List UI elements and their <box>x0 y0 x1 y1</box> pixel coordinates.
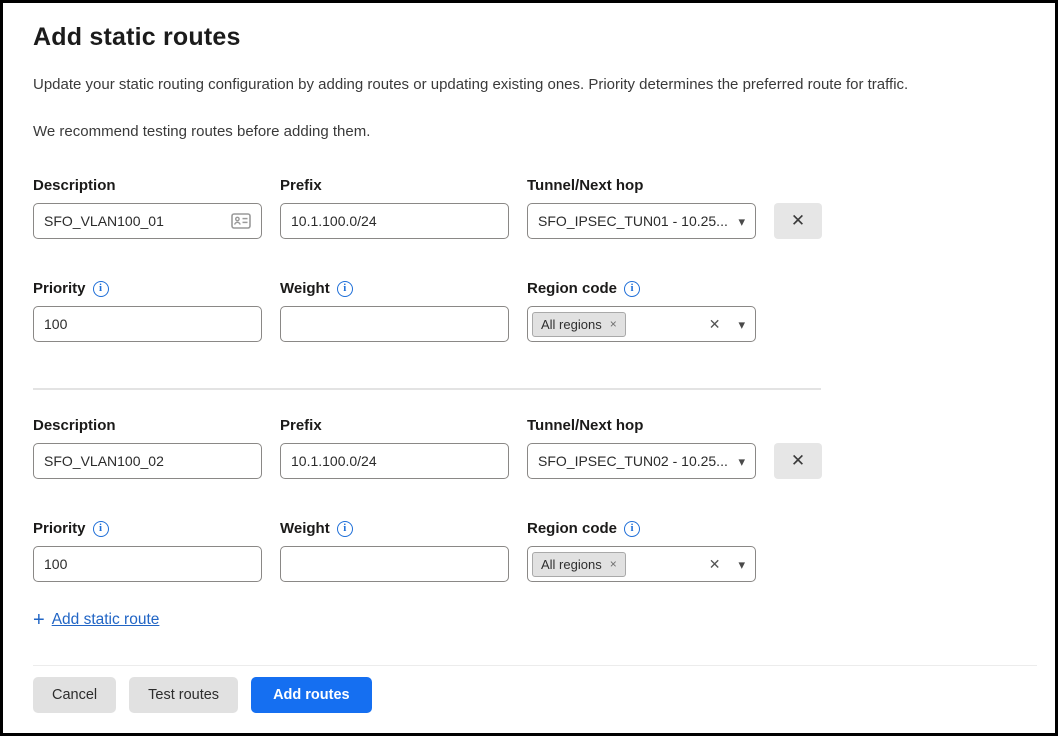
clear-selection-icon[interactable]: ✕ <box>699 317 731 331</box>
priority-label: Priority i <box>33 279 262 298</box>
info-icon[interactable]: i <box>337 521 353 537</box>
clear-selection-icon[interactable]: ✕ <box>699 557 731 571</box>
chevron-down-icon[interactable]: ▾ <box>730 558 745 571</box>
contact-card-icon <box>231 213 251 229</box>
weight-input-wrap <box>280 306 509 342</box>
prefix-field-2: Prefix <box>280 416 509 479</box>
tunnel-field-1: Tunnel/Next hop SFO_IPSEC_TUN01 - 10.25.… <box>527 176 756 239</box>
tunnel-label: Tunnel/Next hop <box>527 416 756 435</box>
region-tag-label: All regions <box>541 317 602 332</box>
footer-divider <box>33 665 1037 666</box>
remove-tag-icon[interactable]: × <box>610 318 617 330</box>
weight-label: Weight i <box>280 519 509 538</box>
region-multiselect[interactable]: All regions × ✕ ▾ <box>527 546 756 582</box>
plus-icon: + <box>33 610 45 630</box>
page-title: Add static routes <box>33 23 1025 52</box>
priority-input[interactable] <box>44 316 251 332</box>
prefix-label: Prefix <box>280 176 509 195</box>
priority-input-wrap <box>33 546 262 582</box>
region-field-2: Region code i All regions × ✕ ▾ <box>527 519 756 582</box>
priority-input-wrap <box>33 306 262 342</box>
region-code-label: Region code i <box>527 279 756 298</box>
test-routes-button[interactable]: Test routes <box>129 677 238 713</box>
prefix-input[interactable] <box>291 453 498 469</box>
chevron-down-icon[interactable]: ▾ <box>730 455 745 468</box>
add-static-route-link[interactable]: + Add static route <box>33 610 159 630</box>
tunnel-label: Tunnel/Next hop <box>527 176 756 195</box>
weight-input-wrap <box>280 546 509 582</box>
add-static-route-label[interactable]: Add static route <box>52 611 160 629</box>
region-tag-chip: All regions × <box>532 312 626 337</box>
intro-text: Update your static routing configuration… <box>33 76 1025 93</box>
chevron-down-icon[interactable]: ▾ <box>730 215 745 228</box>
add-static-routes-dialog: Add static routes Update your static rou… <box>0 0 1058 736</box>
info-icon[interactable]: i <box>93 281 109 297</box>
info-icon[interactable]: i <box>93 521 109 537</box>
description-label: Description <box>33 416 262 435</box>
prefix-label: Prefix <box>280 416 509 435</box>
priority-input[interactable] <box>44 556 251 572</box>
weight-label: Weight i <box>280 279 509 298</box>
info-icon[interactable]: i <box>624 521 640 537</box>
weight-input[interactable] <box>291 316 498 332</box>
cancel-button[interactable]: Cancel <box>33 677 116 713</box>
region-code-label: Region code i <box>527 519 756 538</box>
add-routes-button[interactable]: Add routes <box>251 677 372 713</box>
description-input[interactable] <box>44 213 225 229</box>
chevron-down-icon[interactable]: ▾ <box>730 318 745 331</box>
region-field-1: Region code i All regions × ✕ ▾ <box>527 279 756 342</box>
prefix-input-wrap <box>280 443 509 479</box>
route-block-2: Description Prefix Tunnel/Next hop SFO_I… <box>33 416 1025 582</box>
prefix-input-wrap <box>280 203 509 239</box>
delete-route-button[interactable]: ✕ <box>774 443 822 479</box>
recommendation-text: We recommend testing routes before addin… <box>33 123 1025 140</box>
weight-field-1: Weight i <box>280 279 509 342</box>
tunnel-select[interactable]: SFO_IPSEC_TUN01 - 10.25... ▾ <box>527 203 756 239</box>
tunnel-select[interactable]: SFO_IPSEC_TUN02 - 10.25... ▾ <box>527 443 756 479</box>
region-tag-chip: All regions × <box>532 552 626 577</box>
description-input-wrap <box>33 203 262 239</box>
description-label: Description <box>33 176 262 195</box>
region-multiselect[interactable]: All regions × ✕ ▾ <box>527 306 756 342</box>
priority-label: Priority i <box>33 519 262 538</box>
route-block-1: Description Prefix <box>33 176 1025 342</box>
priority-field-1: Priority i <box>33 279 262 342</box>
region-tag-label: All regions <box>541 557 602 572</box>
remove-tag-icon[interactable]: × <box>610 558 617 570</box>
weight-field-2: Weight i <box>280 519 509 582</box>
delete-route-button[interactable]: ✕ <box>774 203 822 239</box>
info-icon[interactable]: i <box>337 281 353 297</box>
info-icon[interactable]: i <box>624 281 640 297</box>
weight-input[interactable] <box>291 556 498 572</box>
prefix-field-1: Prefix <box>280 176 509 239</box>
footer-actions: Cancel Test routes Add routes <box>33 677 1025 713</box>
prefix-input[interactable] <box>291 213 498 229</box>
description-input-wrap <box>33 443 262 479</box>
description-input[interactable] <box>44 453 251 469</box>
description-field-1: Description <box>33 176 262 239</box>
description-field-2: Description <box>33 416 262 479</box>
route-divider <box>33 388 821 390</box>
priority-field-2: Priority i <box>33 519 262 582</box>
tunnel-field-2: Tunnel/Next hop SFO_IPSEC_TUN02 - 10.25.… <box>527 416 756 479</box>
tunnel-selected-value: SFO_IPSEC_TUN01 - 10.25... <box>538 213 730 229</box>
tunnel-selected-value: SFO_IPSEC_TUN02 - 10.25... <box>538 453 730 469</box>
